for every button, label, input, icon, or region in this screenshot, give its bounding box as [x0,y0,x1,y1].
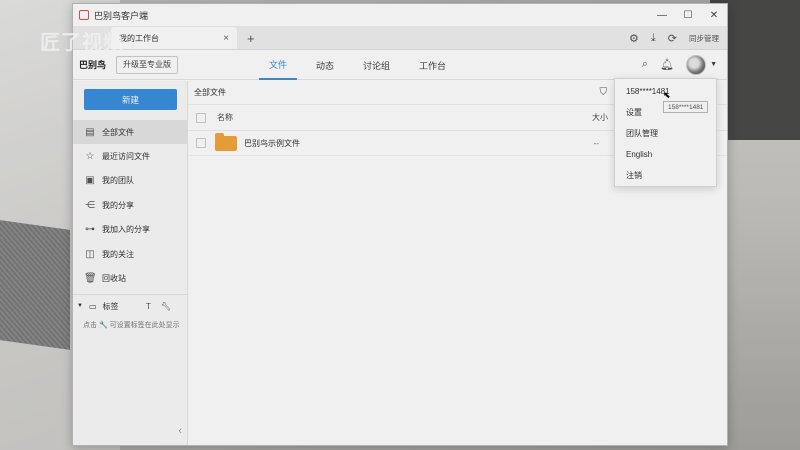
titlebar: 巴别鸟客户端 — ☐ ✕ [73,4,727,26]
sidebar-item-all-files[interactable]: ▤ 全部文件 [73,120,187,145]
sidebar-item-follow[interactable]: ◫ 我的关注 [73,242,187,266]
bell-icon[interactable]: 🔔︎ [660,58,674,71]
tag-tools: T 🔧︎ [146,302,181,311]
row-checkbox[interactable] [196,138,206,148]
tags-hint: 点击 🔧 可设置标签在此处显示 [83,321,180,329]
tab-bar: 我的工作台 × + ⚙ ⤓ ⟳ 同步管理 [73,26,727,50]
sidebar-item-label: 全部文件 [102,127,134,137]
follow-icon: ◫ [85,248,95,260]
tab-workbench-label: 我的工作台 [119,33,159,43]
chevron-down-icon[interactable]: ▼ [77,303,83,309]
select-all-checkbox[interactable] [196,112,206,123]
download-icon[interactable]: ⤓ [651,32,656,45]
sidebar-item-joined-share[interactable]: ⊶ 我加入的分享 [73,218,187,242]
tag-section: ▼ ▭ 标签 T 🔧︎ 点击 🔧 可设置标签在此处显示 [73,293,187,331]
nav-bar: 巴别鸟 升级至专业版 文件 动态 讨论组 工作台 ⌕ 🔔︎ ▼ [73,50,727,80]
tabbar-tools: ⚙ ⤓ ⟳ 同步管理 [629,27,727,49]
sidebar-item-label: 我加入的分享 [102,225,150,235]
search-icon[interactable]: ⌕ [642,58,648,71]
sidebar-item-label: 我的关注 [102,249,134,259]
nav-right-tools: ⌕ 🔔︎ ▼ [642,54,727,75]
tags-label: 标签 [102,301,119,311]
nav-tab-files[interactable]: 文件 [259,50,298,80]
text-icon[interactable]: T [146,302,151,311]
sidebar: 新建 ▤ 全部文件 ☆ 最近访问文件 ▣ 我的团队 ⋲ 我的分享 ⊶ 我加入的分… [73,81,188,445]
tab-close-icon[interactable]: × [223,33,229,44]
sidebar-item-team[interactable]: ▣ 我的团队 [73,169,187,193]
new-button[interactable]: 新建 [84,89,177,110]
brand-name: 巴别鸟 [79,60,107,70]
row-name[interactable]: 巴别鸟示例文件 [244,138,300,149]
app-logo-icon [79,10,89,20]
upgrade-button[interactable]: 升级至专业版 [116,55,179,74]
sync-icon[interactable]: ⟳ [668,32,677,45]
close-button[interactable]: ✕ [701,4,727,26]
dropdown-item-english[interactable]: English [615,144,716,165]
avatar[interactable] [686,54,707,75]
mouse-cursor-icon: ⬉ [663,90,671,100]
main-nav-tabs: 文件 动态 讨论组 工作台 [259,50,465,80]
star-icon: ☆ [85,151,95,163]
folder-icon [215,132,237,151]
team-icon: ▣ [85,175,95,187]
maximize-button[interactable]: ☐ [675,4,701,26]
minimize-button[interactable]: — [649,4,675,26]
all-files-icon: ▤ [85,126,95,138]
app-window: 巴别鸟客户端 — ☐ ✕ 我的工作台 × + ⚙ ⤓ ⟳ 同步管理 巴别鸟 升级… [72,3,728,446]
sidebar-item-label: 我的分享 [102,200,134,210]
sidebar-item-label: 最近访问文件 [102,152,150,162]
nav-tab-activity[interactable]: 动态 [306,50,344,80]
sidebar-item-trash[interactable]: 🗑︎ 回收站 [73,266,187,290]
chevron-down-icon[interactable]: ▼ [710,61,717,68]
background-felt [0,220,70,350]
window-controls: — ☐ ✕ [649,4,727,26]
sidebar-item-recent[interactable]: ☆ 最近访问文件 [73,144,187,168]
window-title: 巴别鸟客户端 [94,10,149,21]
sync-manage-label[interactable]: 同步管理 [689,33,719,44]
tab-workbench[interactable]: 我的工作台 × [111,27,237,49]
dropdown-item-team-manage[interactable]: 团队管理 [615,123,716,144]
nav-tab-workbench[interactable]: 工作台 [409,50,456,80]
add-tab-button[interactable]: + [247,27,255,49]
tag-icon: ▭ [88,301,97,311]
sidebar-item-label: 我的团队 [102,176,134,186]
gear-icon[interactable]: ⚙ [629,32,639,45]
share-icon: ⋲ [85,199,95,211]
dropdown-item-logout[interactable]: 注销 [615,165,716,186]
sidebar-item-label: 回收站 [102,274,126,284]
account-tooltip: 158****1481 [663,101,709,113]
column-name[interactable]: 名称 [217,112,233,123]
sidebar-list: ▤ 全部文件 ☆ 最近访问文件 ▣ 我的团队 ⋲ 我的分享 ⊶ 我加入的分享 ◫… [73,120,187,291]
nav-tab-discussion[interactable]: 讨论组 [353,50,400,80]
trash-icon: 🗑︎ [84,273,97,285]
joined-share-icon: ⊶ [85,224,95,236]
watermark: 匠了视频 [40,30,124,54]
collapse-sidebar-icon[interactable]: ‹ [178,425,182,437]
wrench-icon[interactable]: 🔧︎ [161,302,171,311]
breadcrumb-all-files[interactable]: 全部文件 [194,87,226,98]
tag-header[interactable]: ▼ ▭ 标签 T 🔧︎ [77,301,181,312]
sidebar-item-my-share[interactable]: ⋲ 我的分享 [73,193,187,217]
